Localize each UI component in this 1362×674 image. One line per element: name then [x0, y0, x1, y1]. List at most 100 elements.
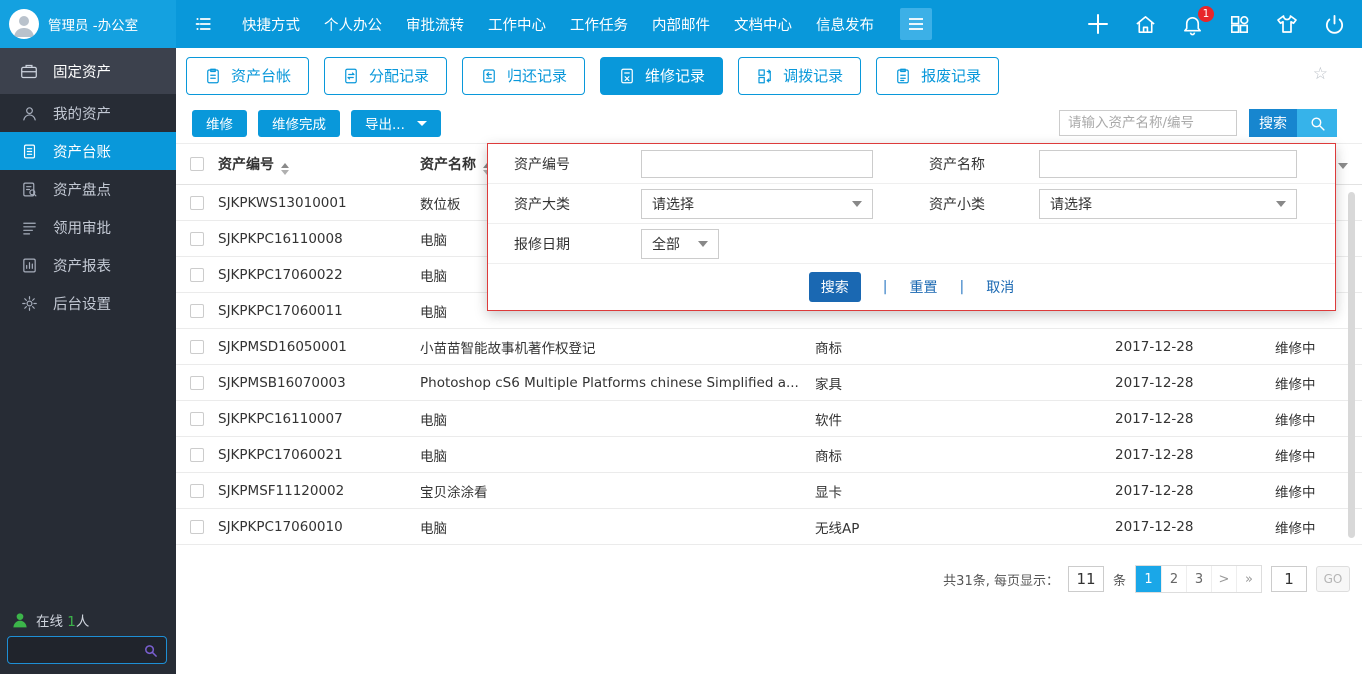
add-icon[interactable] [1086, 12, 1110, 36]
vertical-scrollbar[interactable] [1348, 192, 1355, 538]
row-checkbox[interactable] [190, 375, 204, 390]
filter-search-button[interactable]: 搜索 [808, 272, 861, 302]
topbar-menu-item[interactable]: 个人办公 [324, 14, 382, 35]
topbar-menu-item[interactable]: 文档中心 [734, 14, 792, 35]
cell-asset-code: SJKPKPC17060011 [218, 302, 343, 319]
sidebar-search-icon[interactable] [143, 643, 158, 658]
sidebar-item-person[interactable]: 我的资产 [0, 94, 176, 132]
notifications-bell-icon[interactable]: 1 [1181, 5, 1214, 36]
power-icon[interactable] [1323, 13, 1346, 36]
page-button-2[interactable]: 2 [1161, 566, 1186, 592]
cell-repair-date: 2017-12-28 [1115, 518, 1194, 535]
topbar-menu-item[interactable]: 信息发布 [816, 14, 874, 35]
gear-icon [20, 295, 38, 312]
cell-repair-date: 2017-12-28 [1115, 338, 1194, 355]
page-button-3[interactable]: 3 [1186, 566, 1211, 592]
apps-grid-icon[interactable] [1228, 13, 1251, 36]
row-checkbox[interactable] [190, 195, 204, 210]
tab-repair[interactable]: 维修记录 [600, 56, 724, 95]
filter-footer: 搜索 | 重置 | 取消 [488, 264, 1335, 310]
sort-icon[interactable] [281, 162, 289, 175]
topbar: 管理员 -办公室 快捷方式 个人办公 审批流转 工作中心 工作任务 内部邮件 文档中心 信息发… [0, 0, 1362, 48]
tab-assign[interactable]: 分配记录 [324, 56, 448, 95]
topbar-menu-item[interactable]: 工作任务 [570, 14, 628, 35]
user-profile[interactable]: 管理员 -办公室 [0, 0, 176, 48]
tab-return[interactable]: 归还记录 [462, 56, 586, 95]
sidebar-item-gear[interactable]: 后台设置 [0, 284, 176, 322]
table-row[interactable]: SJKPMSF11120002 宝贝涂涂看 显卡 2017-12-28 维修中 [176, 473, 1362, 509]
sidebar-item-ledger[interactable]: 资产台账 [0, 132, 176, 170]
sidebar-item-approval[interactable]: 领用审批 [0, 208, 176, 246]
favorite-star-icon[interactable]: ☆ [1313, 66, 1328, 83]
table-row[interactable]: SJKPKPC17060021 电脑 商标 2017-12-28 维修中 [176, 437, 1362, 473]
quick-search-input[interactable] [1059, 110, 1237, 136]
row-checkbox[interactable] [190, 519, 204, 534]
sidebar-item-label: 资产台账 [53, 144, 111, 161]
page-size-input[interactable]: 11 [1067, 566, 1104, 592]
asset-code-field[interactable] [641, 149, 873, 178]
filter-cancel-button[interactable]: 取消 [986, 277, 1014, 297]
asset-major-category-select[interactable]: 请选择 [641, 188, 873, 219]
page-button-1[interactable]: 1 [1136, 566, 1161, 592]
filter-reset-button[interactable]: 重置 [910, 277, 938, 297]
repair-button[interactable]: 维修 [192, 109, 247, 137]
next-page-button[interactable]: > [1211, 566, 1236, 592]
online-unit: 人 [75, 614, 90, 630]
last-page-button[interactable]: » [1236, 566, 1261, 592]
topbar-menu-item[interactable]: 审批流转 [406, 14, 464, 35]
table-row[interactable]: SJKPKPC17060010 电脑 无线AP 2017-12-28 维修中 [176, 509, 1362, 545]
goto-page-input[interactable]: 1 [1271, 566, 1307, 592]
repair-done-button[interactable]: 维修完成 [258, 109, 340, 137]
row-checkbox[interactable] [190, 267, 204, 282]
row-checkbox[interactable] [190, 447, 204, 462]
briefcase-icon [20, 63, 38, 79]
home-icon[interactable] [1134, 13, 1157, 36]
cell-asset-name: 电脑 [420, 412, 447, 429]
toolbar: 维修 维修完成 导出... 搜索 [176, 103, 1362, 143]
online-count: 1 [67, 614, 76, 630]
asset-name-field[interactable] [1039, 149, 1297, 178]
repair-date-select[interactable]: 全部 [641, 228, 719, 259]
table-row[interactable]: SJKPMSD16050001 小苗苗智能故事机著作权登记 商标 2017-12-28… [176, 329, 1362, 365]
cell-asset-name: 电脑 [420, 520, 447, 537]
row-checkbox[interactable] [190, 339, 204, 354]
topbar-menu-item[interactable]: 内部邮件 [652, 14, 710, 35]
quick-search-button[interactable]: 搜索 [1249, 109, 1337, 137]
row-checkbox[interactable] [190, 483, 204, 498]
go-button[interactable]: GO [1316, 566, 1350, 592]
topbar-menu-item[interactable]: 快捷方式 [242, 14, 300, 35]
cell-asset-code: SJKPKPC17060010 [218, 518, 343, 535]
select-all-checkbox[interactable] [190, 157, 204, 171]
tab-label: 分配记录 [369, 67, 430, 85]
sidebar-item-report[interactable]: 资产报表 [0, 246, 176, 284]
header-asset-name[interactable]: 资产名称 [420, 157, 476, 173]
tab-scrap[interactable]: 报废记录 [876, 56, 1000, 95]
row-checkbox[interactable] [190, 303, 204, 318]
table-row[interactable]: SJKPMSB16070003 Photoshop cS6 Multiple Pl… [176, 365, 1362, 401]
export-button[interactable]: 导出... [351, 109, 441, 137]
row-checkbox[interactable] [190, 411, 204, 426]
sidebar-item-inventory[interactable]: 资产盘点 [0, 170, 176, 208]
tab-transfer[interactable]: 调拨记录 [738, 56, 862, 95]
sidebar-item-label: 资产盘点 [53, 182, 111, 199]
sidebar-search-input[interactable] [8, 642, 143, 658]
ledger-tab-icon [204, 67, 222, 85]
menu-toggle-icon[interactable] [192, 14, 216, 34]
row-checkbox[interactable] [190, 231, 204, 246]
online-person-icon [13, 613, 27, 628]
cell-asset-name: 宝贝涂涂看 [420, 484, 488, 501]
header-asset-code[interactable]: 资产编号 [218, 157, 274, 173]
sidebar-module-label: 固定资产 [53, 64, 111, 81]
cell-asset-category: 软件 [815, 412, 842, 429]
sidebar-module-fixed-assets[interactable]: 固定资产 [0, 48, 176, 94]
table-row[interactable]: SJKPKPC16110007 电脑 软件 2017-12-28 维修中 [176, 401, 1362, 437]
cell-asset-name: Photoshop cS6 Multiple Platforms chinese… [420, 374, 799, 391]
repair-date-label: 报修日期 [514, 236, 570, 253]
column-filter-caret-icon[interactable] [1338, 163, 1348, 169]
hamburger-menu-icon[interactable] [900, 8, 932, 40]
asset-minor-category-select[interactable]: 请选择 [1039, 188, 1297, 219]
topbar-menu-item[interactable]: 工作中心 [488, 14, 546, 35]
quick-search: 搜索 [1059, 109, 1337, 137]
tab-ledger[interactable]: 资产台帐 [186, 56, 310, 95]
theme-shirt-icon[interactable] [1275, 12, 1299, 36]
